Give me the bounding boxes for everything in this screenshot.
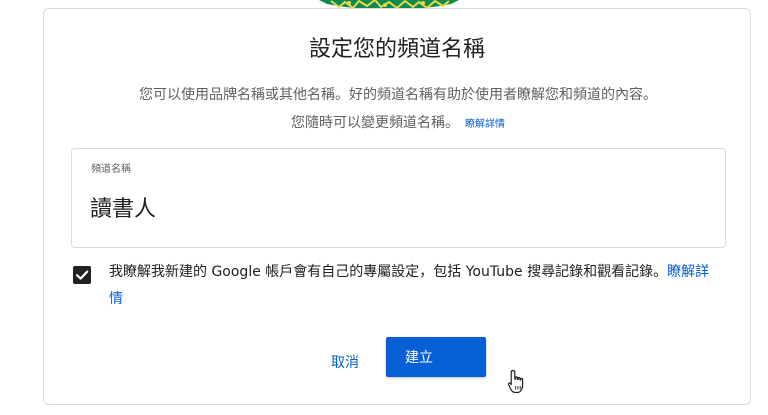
check-icon [75,270,89,280]
channel-name-input[interactable] [90,189,690,225]
learn-more-link[interactable]: 瞭解詳情 [465,119,505,130]
consent-checkbox[interactable] [73,266,91,284]
channel-name-field[interactable]: 頻道名稱 [71,148,726,248]
consent-text: 我瞭解我新建的 Google 帳戶會有自己的專屬設定，包括 YouTube 搜尋… [109,259,719,313]
description-line-1: 您可以使用品牌名稱或其他名稱。好的頻道名稱有助於使用者瞭解您和頻道的內容。 [139,87,657,103]
create-button[interactable]: 建立 [386,337,486,377]
cancel-button[interactable]: 取消 [318,344,372,380]
description-line-2-text: 您隨時可以變更頻道名稱。 [291,115,459,131]
page: 設定您的頻道名稱 您可以使用品牌名稱或其他名稱。好的頻道名稱有助於使用者瞭解您和… [0,0,768,415]
create-channel-dialog: 設定您的頻道名稱 您可以使用品牌名稱或其他名稱。好的頻道名稱有助於使用者瞭解您和… [43,8,751,405]
dialog-description: 您可以使用品牌名稱或其他名稱。好的頻道名稱有助於使用者瞭解您和頻道的內容。 您隨… [64,81,732,139]
channel-name-label: 頻道名稱 [91,164,131,175]
consent-message: 我瞭解我新建的 Google 帳戶會有自己的專屬設定，包括 YouTube 搜尋… [109,264,668,280]
description-line-2: 您隨時可以變更頻道名稱。 瞭解詳情 [64,109,732,139]
hand-pointer-icon [507,369,527,395]
dialog-title: 設定您的頻道名稱 [308,37,485,62]
